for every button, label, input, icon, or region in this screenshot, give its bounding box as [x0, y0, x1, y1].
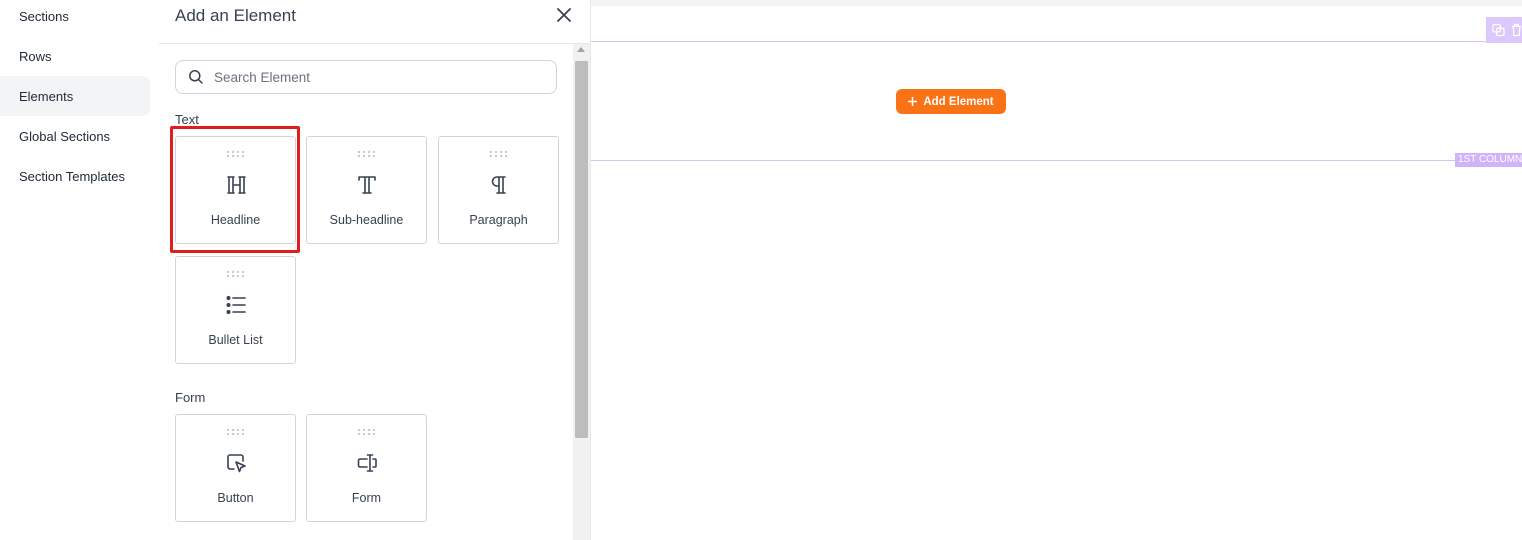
delete-icon[interactable] — [1511, 23, 1522, 37]
canvas-top-strip — [591, 0, 1522, 6]
element-card-headline[interactable]: Headline — [175, 136, 296, 244]
element-label: Button — [217, 491, 254, 505]
add-element-button[interactable]: Add Element — [896, 89, 1006, 114]
duplicate-icon[interactable] — [1492, 23, 1505, 37]
drag-handle-icon — [358, 429, 375, 435]
element-card-form[interactable]: Form — [306, 414, 427, 522]
button-cursor-icon — [224, 451, 248, 475]
element-label: Form — [351, 491, 382, 505]
search-field[interactable] — [175, 60, 557, 94]
search-input[interactable] — [214, 69, 544, 85]
panel-header: Add an Element — [159, 0, 591, 44]
column-guide — [591, 160, 1522, 161]
close-icon — [557, 8, 571, 22]
scroll-thumb[interactable] — [575, 61, 588, 438]
drag-handle-icon — [358, 151, 375, 157]
add-element-label: Add Element — [923, 95, 994, 108]
builder-canvas: Add Element 1ST COLUMN — [591, 0, 1522, 540]
scroll-up-arrow-icon[interactable] — [577, 47, 585, 52]
nav-item-section-templates[interactable]: Section Templates — [0, 156, 150, 196]
plus-icon — [908, 97, 918, 106]
bullet-list-icon — [224, 293, 248, 317]
paragraph-icon — [487, 173, 511, 197]
panel-scrollbar[interactable] — [573, 44, 590, 540]
row-tools — [1486, 17, 1522, 43]
column-badge[interactable]: 1ST COLUMN — [1455, 153, 1522, 167]
search-icon — [189, 70, 203, 84]
headline-icon — [224, 173, 248, 197]
element-label: Headline — [210, 213, 261, 227]
nav-item-global-sections[interactable]: Global Sections — [0, 116, 150, 156]
element-card-paragraph[interactable]: Paragraph — [438, 136, 559, 244]
group-label-form: Form — [175, 390, 206, 405]
drag-handle-icon — [227, 271, 244, 277]
row-guide-top — [591, 41, 1522, 42]
element-label: Sub-headline — [329, 213, 404, 227]
form-input-icon — [355, 451, 379, 475]
nav-item-elements[interactable]: Elements — [0, 76, 150, 116]
subheadline-icon — [355, 173, 379, 197]
nav-item-rows[interactable]: Rows — [0, 36, 150, 76]
drag-handle-icon — [227, 429, 244, 435]
close-button[interactable] — [553, 4, 575, 26]
element-card-button[interactable]: Button — [175, 414, 296, 522]
element-card-bullet-list[interactable]: Bullet List — [175, 256, 296, 364]
add-element-panel: Add an Element Text Headline Sub-headlin… — [159, 0, 591, 540]
drag-handle-icon — [490, 151, 507, 157]
element-label: Paragraph — [469, 213, 528, 227]
element-card-subheadline[interactable]: Sub-headline — [306, 136, 427, 244]
drag-handle-icon — [227, 151, 244, 157]
panel-title: Add an Element — [175, 6, 296, 25]
group-label-text: Text — [175, 112, 199, 127]
nav-item-sections[interactable]: Sections — [0, 0, 150, 36]
left-nav: Sections Rows Elements Global Sections S… — [0, 0, 159, 540]
element-label: Bullet List — [208, 333, 263, 347]
